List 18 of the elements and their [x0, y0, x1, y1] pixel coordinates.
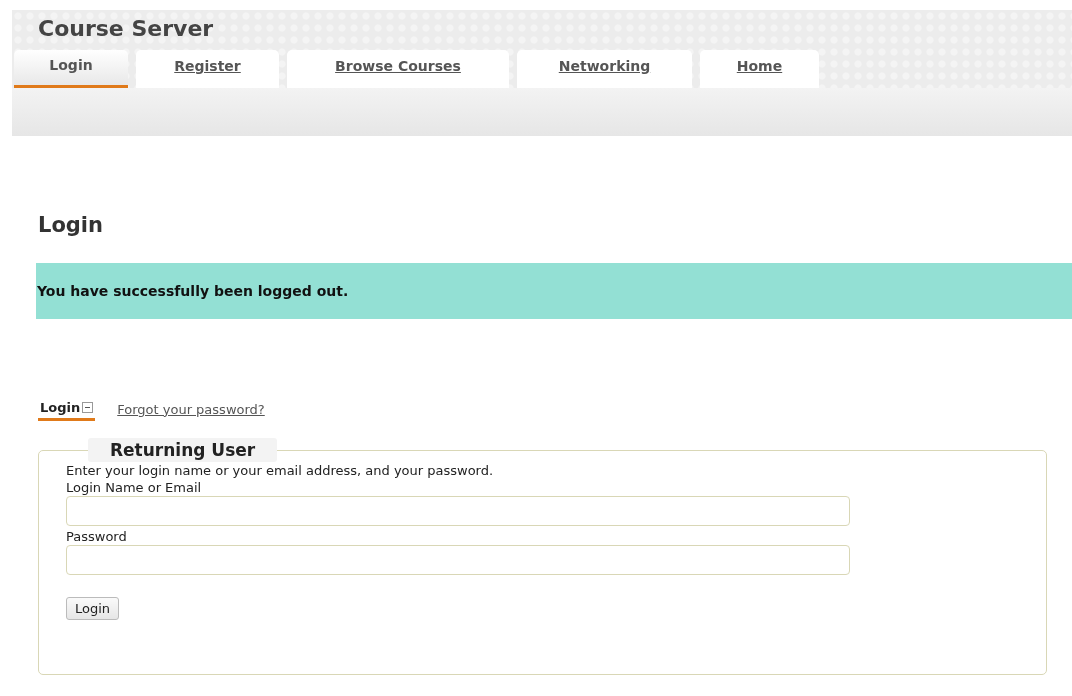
nav-tab[interactable]: Browse Courses — [287, 50, 509, 88]
field-label: Login Name or Email — [66, 479, 203, 496]
page-heading: Login — [37, 212, 104, 239]
notice-text: You have successfully been logged out. — [37, 283, 349, 299]
collapse-icon[interactable] — [82, 402, 94, 413]
nav-tab[interactable]: Register — [136, 50, 279, 88]
forgot-password-link[interactable]: Forgot your password? — [117, 397, 265, 421]
login-button[interactable]: Login — [66, 597, 120, 620]
nav-tab[interactable]: Home — [700, 50, 819, 88]
site-title: Course Server — [37, 15, 215, 43]
input-field[interactable] — [66, 545, 850, 575]
nav-tab[interactable]: Login — [14, 50, 128, 88]
nav-tab[interactable]: Networking — [517, 50, 692, 88]
input-field[interactable] — [66, 496, 850, 526]
panel-legend: Returning User — [88, 438, 278, 462]
field-label: Password — [66, 528, 128, 545]
form-tab[interactable]: Login — [38, 397, 96, 421]
instructions-text: Enter your login name or your email address, and your password. — [66, 462, 495, 479]
